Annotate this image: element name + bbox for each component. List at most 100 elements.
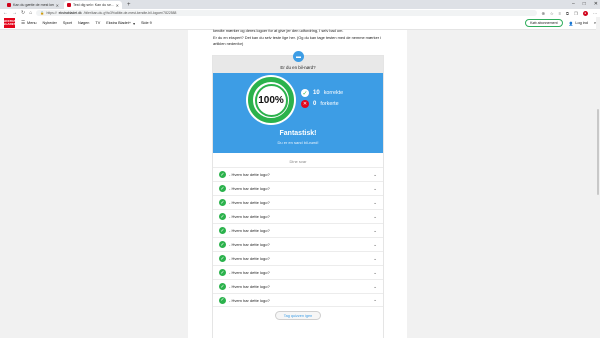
wrong-count: 0	[313, 101, 317, 107]
chevron-down-icon: ⌄	[373, 269, 377, 275]
answer-row[interactable]: ✓ - Hvem har dette logo? ⌄	[213, 181, 383, 195]
quiz-icon: ▬	[293, 51, 304, 62]
chevron-down-icon: ⌄	[373, 185, 377, 191]
window-controls: – □ ✕	[572, 0, 598, 8]
correct-label: korrekte	[323, 90, 344, 96]
answer-label: - Hvem har dette logo?	[229, 256, 270, 261]
user-icon: 👤	[568, 21, 574, 26]
chevron-down-icon: ⌄	[373, 199, 377, 205]
check-circle-icon: ✓	[219, 199, 226, 206]
article-column: kendte mærker og deres logoer for at giv…	[188, 28, 407, 338]
logo-line-2: BLADET	[3, 22, 16, 26]
answer-label: - Hvem har dette logo?	[229, 186, 270, 191]
answer-row[interactable]: ✓ - Hvem har dette logo? ⌄	[213, 237, 383, 251]
new-tab-icon[interactable]: +	[124, 1, 134, 9]
browser-tab-strip: Kan du gætte de mest kendte bil… ✕ Test …	[0, 0, 600, 9]
reload-icon[interactable]: ↻	[21, 10, 25, 16]
url-host: ekstrabladet.dk	[58, 11, 82, 15]
chevron-down-icon: ▾	[133, 21, 135, 26]
chevron-down-icon: ⌄	[373, 227, 377, 233]
result-verdict: Fantastisk!	[279, 130, 317, 137]
tab-close-icon[interactable]: ✕	[56, 3, 59, 8]
result-subtitle: Du er en sand bil-nørd!	[277, 140, 319, 145]
cross-icon: ✕	[301, 100, 309, 108]
answer-row[interactable]: ✓ - Hvem har dette logo? ⌄	[213, 251, 383, 265]
nav-tv[interactable]: TV	[95, 21, 100, 25]
intro-paragraph-1: kendte mærker og deres logoer for at giv…	[213, 28, 344, 33]
page-scrollbar[interactable]	[596, 17, 600, 338]
maximize-icon[interactable]: □	[583, 0, 586, 8]
header-actions: Køb abonnement 👤 Log ind ⌕	[525, 19, 596, 27]
checkmark-icon: ✓	[301, 89, 309, 97]
browser-extensions: ⊕ ☆ ≡ ⧉ ❐ ● ⋯	[541, 10, 597, 16]
favicon-icon	[7, 3, 11, 7]
forward-icon[interactable]: →	[12, 10, 17, 16]
quiz-header: ▬ Er du en bil-nørd?	[213, 51, 383, 73]
chevron-down-icon: ⌄	[373, 213, 377, 219]
answer-label: - Hvem har dette logo?	[229, 228, 270, 233]
answer-row[interactable]: ✓ - Hvem har dette logo? ⌄	[213, 195, 383, 209]
tab-title: Kan du gætte de mest kendte bil…	[13, 3, 54, 7]
article-intro: kendte mærker og deres logoer for at giv…	[213, 28, 385, 48]
retry-quiz-button[interactable]: Tag quizzen igen	[275, 311, 321, 320]
quiz-title: Er du en bil-nørd?	[280, 65, 316, 70]
nav-eb-plus-label: Ekstra Bladet+	[106, 21, 132, 25]
nav-menu-label: Menu	[27, 21, 37, 25]
score-ring: 100%	[248, 77, 294, 123]
chevron-down-icon: ⌄	[373, 283, 377, 289]
answer-row[interactable]: ✓ - Hvem har dette logo? ⌄	[213, 265, 383, 279]
check-circle-icon: ✓	[219, 296, 226, 304]
score-percent: 100%	[254, 83, 288, 117]
nav-nyheder[interactable]: Nyheder	[43, 21, 57, 25]
browser-tab-2[interactable]: Test dig selv: Kan du se… ✕	[64, 1, 122, 9]
more-icon[interactable]: ⋯	[593, 11, 597, 16]
address-bar[interactable]: 🔒 https://ekstrabladet.dk/biler/kan-du-g…	[36, 10, 538, 16]
back-icon[interactable]: ←	[3, 10, 8, 16]
answer-row[interactable]: ✓ - Hvem har dette logo? ⌄	[213, 209, 383, 223]
lock-icon: 🔒	[40, 11, 45, 15]
wrong-row: ✕ 0 forkerte	[301, 100, 343, 108]
nav-noegen[interactable]: Nøgen	[78, 21, 89, 25]
reading-list-icon[interactable]: ≡	[559, 11, 561, 16]
quiz-widget: ▬ Er du en bil-nørd? 100% ✓ 10 korrekte …	[212, 51, 384, 338]
favicon-icon	[67, 3, 71, 7]
zoom-icon[interactable]: ⊕	[541, 11, 545, 16]
check-circle-icon: ✓	[219, 283, 226, 290]
answer-label: - Hvem har dette logo?	[229, 270, 270, 275]
answer-label: - Hvem har dette logo?	[229, 200, 270, 205]
chevron-down-icon: ⌄	[373, 297, 377, 302]
tab-close-icon[interactable]: ✕	[116, 3, 119, 8]
check-circle-icon: ✓	[219, 213, 226, 220]
answer-label: - Hvem har dette logo?	[229, 284, 270, 289]
nav-side9[interactable]: Side 9	[141, 21, 152, 25]
check-circle-icon: ✓	[219, 171, 226, 178]
star-icon[interactable]: ☆	[550, 11, 554, 16]
answer-row[interactable]: ✓ - Hvem har dette logo? ⌄	[213, 279, 383, 293]
close-window-icon[interactable]: ✕	[594, 0, 598, 8]
chevron-down-icon: ⌄	[373, 255, 377, 261]
chevron-down-icon: ⌄	[373, 241, 377, 247]
profile-avatar[interactable]: ●	[582, 10, 588, 16]
check-circle-icon: ✓	[219, 255, 226, 262]
scrollbar-thumb[interactable]	[597, 109, 599, 195]
answer-row[interactable]: ✓ - Hvem har dette logo? ⌄	[213, 223, 383, 237]
extensions-icon[interactable]: ⧉	[566, 11, 569, 16]
subscribe-button[interactable]: Køb abonnement	[525, 19, 563, 27]
site-logo[interactable]: EKSTRA BLADET	[3, 18, 16, 28]
url-prefix: https://	[46, 11, 57, 15]
nav-ekstrabladet-plus[interactable]: Ekstra Bladet+ ▾	[106, 21, 135, 26]
answer-row[interactable]: ✓ - Hvem har dette logo? ⌄	[213, 293, 383, 307]
collections-icon[interactable]: ❐	[574, 11, 578, 16]
home-icon[interactable]: ⌂	[29, 10, 32, 16]
url-path: /biler/kan-du-g%c3%a6tte-de-mest-kendte-…	[83, 11, 177, 15]
browser-toolbar: ← → ↻ ⌂ 🔒 https://ekstrabladet.dk/biler/…	[0, 9, 600, 17]
answer-label: - Hvem har dette logo?	[229, 242, 270, 247]
browser-tab-1[interactable]: Kan du gætte de mest kendte bil… ✕	[4, 1, 62, 9]
nav-sport[interactable]: Sport	[63, 21, 72, 25]
score-breakdown: ✓ 10 korrekte ✕ 0 forkerte	[301, 89, 343, 111]
login-button[interactable]: 👤 Log ind	[569, 21, 588, 26]
minimize-icon[interactable]: –	[572, 0, 575, 8]
nav-menu[interactable]: ☰ Menu	[21, 20, 37, 26]
answer-row[interactable]: ✓ - Hvem har dette logo? ⌄	[213, 167, 383, 181]
answer-label: - Hvem har dette logo?	[229, 297, 270, 303]
